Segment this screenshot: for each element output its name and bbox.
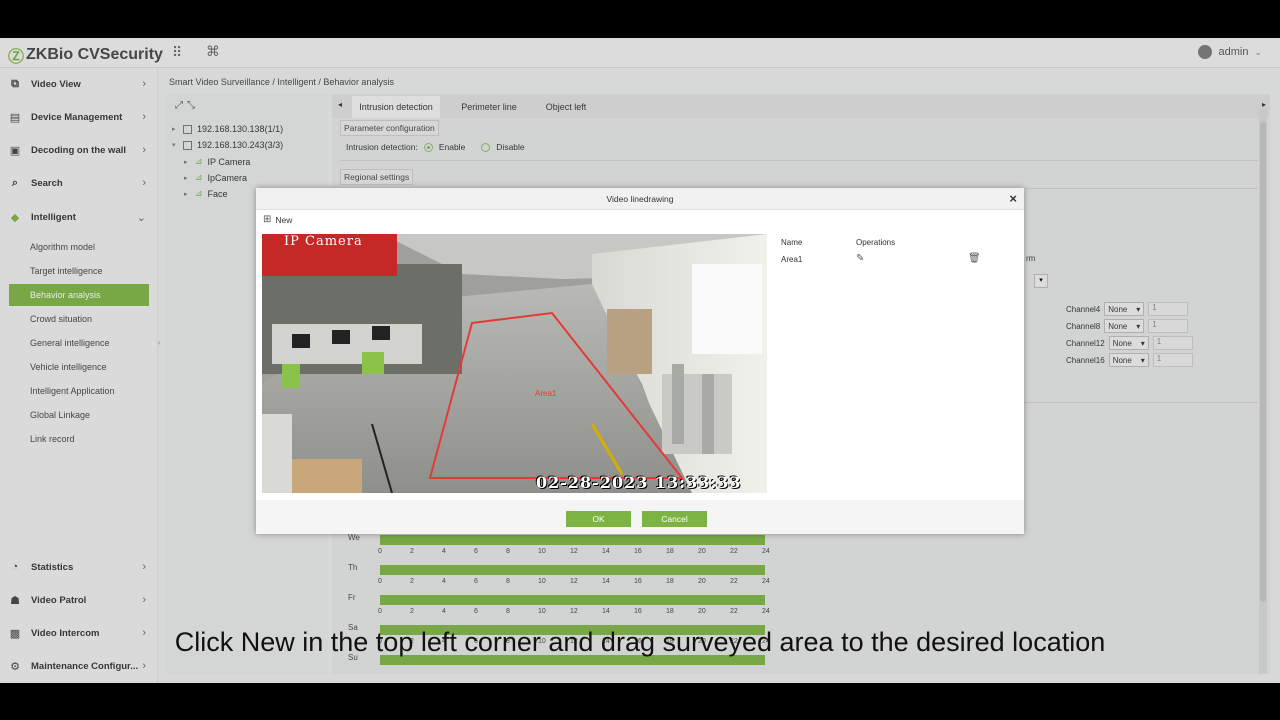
cancel-button[interactable]: Cancel [642,511,707,527]
area-overlay-label: Area1 [535,389,557,398]
dialog-title: Video linedrawing [606,194,674,204]
area-name-cell: Area1 [781,255,803,264]
column-header-name: Name [781,238,803,247]
dialog-footer: OK Cancel [256,500,1024,534]
new-label: New [275,214,293,225]
video-linedrawing-dialog: Video linedrawing × ⊞ New IP Camera Area… [256,188,1024,534]
trash-icon[interactable]: 🗑 [968,253,981,264]
letterbox-top [0,0,1280,38]
camera-frame-illustration [262,234,767,493]
camera-timestamp: 02-28-2023 13:33:33 [536,473,742,492]
ok-button[interactable]: OK [566,511,631,527]
edit-icon[interactable]: ✎ [856,253,864,264]
app-window: Ⓩ ZKBio CVSecurity ⠿ ⌘ admin ⌄ ⧉ Video V… [0,38,1280,683]
camera-overlay-label: IP Camera [284,234,363,249]
close-icon[interactable]: × [1009,191,1017,206]
add-list-icon: ⊞ [263,214,272,225]
video-caption: Click New in the top left corner and dra… [174,627,1106,657]
dialog-header: Video linedrawing × [256,188,1024,210]
new-area-button[interactable]: ⊞ New [263,214,292,225]
camera-video-feed[interactable]: IP Camera Area1 02-28-2023 13:33:33 [262,234,767,493]
column-header-operations: Operations [856,238,896,247]
letterbox-bottom [0,683,1280,720]
